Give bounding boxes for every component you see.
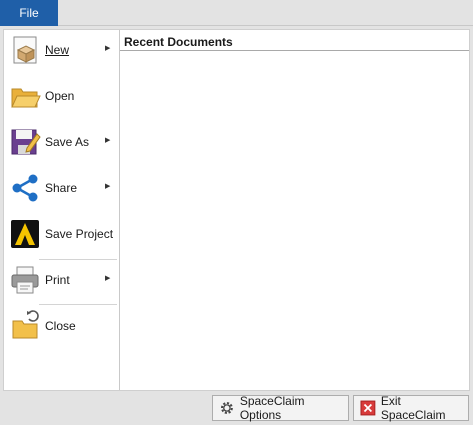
menu-item-print[interactable]: Print ▶ (4, 260, 119, 300)
menu-item-save-as[interactable]: Save As ▶ (4, 122, 119, 162)
submenu-arrow-icon: ▶ (105, 137, 111, 144)
exit-spaceclaim-button[interactable]: Exit SpaceClaim (353, 394, 469, 422)
spaceclaim-options-label: SpaceClaim Options (239, 394, 305, 422)
menu-divider (39, 304, 117, 305)
menu-item-open-label: Open (45, 89, 75, 103)
menu-item-open[interactable]: Open (4, 76, 119, 116)
file-menu: New ▶ Open Save As ▶ Share ▶ Save Projec… (4, 30, 119, 390)
save-as-icon (11, 129, 41, 155)
printer-icon (11, 266, 39, 294)
open-folder-icon (11, 88, 41, 108)
menu-item-share[interactable]: Share ▶ (4, 168, 119, 208)
file-backstage-panel: New ▶ Open Save As ▶ Share ▶ Save Projec… (3, 29, 470, 391)
menu-item-close[interactable]: Close (4, 306, 119, 346)
share-icon (12, 174, 38, 202)
menu-item-save-project-label: Save Project (45, 227, 114, 241)
menu-item-save-as-label: Save As (45, 135, 90, 149)
menu-item-new-label: New (45, 43, 70, 57)
tab-bar: File (0, 0, 473, 26)
close-folder-icon (12, 310, 39, 339)
recent-documents-pane: Recent Documents (120, 30, 469, 390)
exit-icon (360, 400, 376, 416)
submenu-arrow-icon: ▶ (105, 45, 111, 52)
spaceclaim-options-button[interactable]: SpaceClaim Options (212, 394, 349, 422)
submenu-arrow-icon: ▶ (105, 275, 111, 282)
menu-item-save-project[interactable]: Save Project (4, 214, 119, 254)
new-document-icon (13, 36, 37, 64)
menu-item-share-label: Share (45, 181, 78, 195)
recent-documents-title: Recent Documents (124, 35, 233, 49)
submenu-arrow-icon: ▶ (105, 183, 111, 190)
gear-icon (220, 402, 233, 414)
tab-file[interactable]: File (0, 0, 58, 26)
spaceclaim-logo-icon (11, 220, 39, 248)
menu-item-new[interactable]: New ▶ (4, 30, 119, 70)
menu-item-close-label: Close (45, 319, 76, 333)
recent-documents-rule (120, 50, 469, 51)
exit-spaceclaim-label: Exit SpaceClaim (380, 394, 446, 422)
menu-item-print-label: Print (45, 273, 70, 287)
